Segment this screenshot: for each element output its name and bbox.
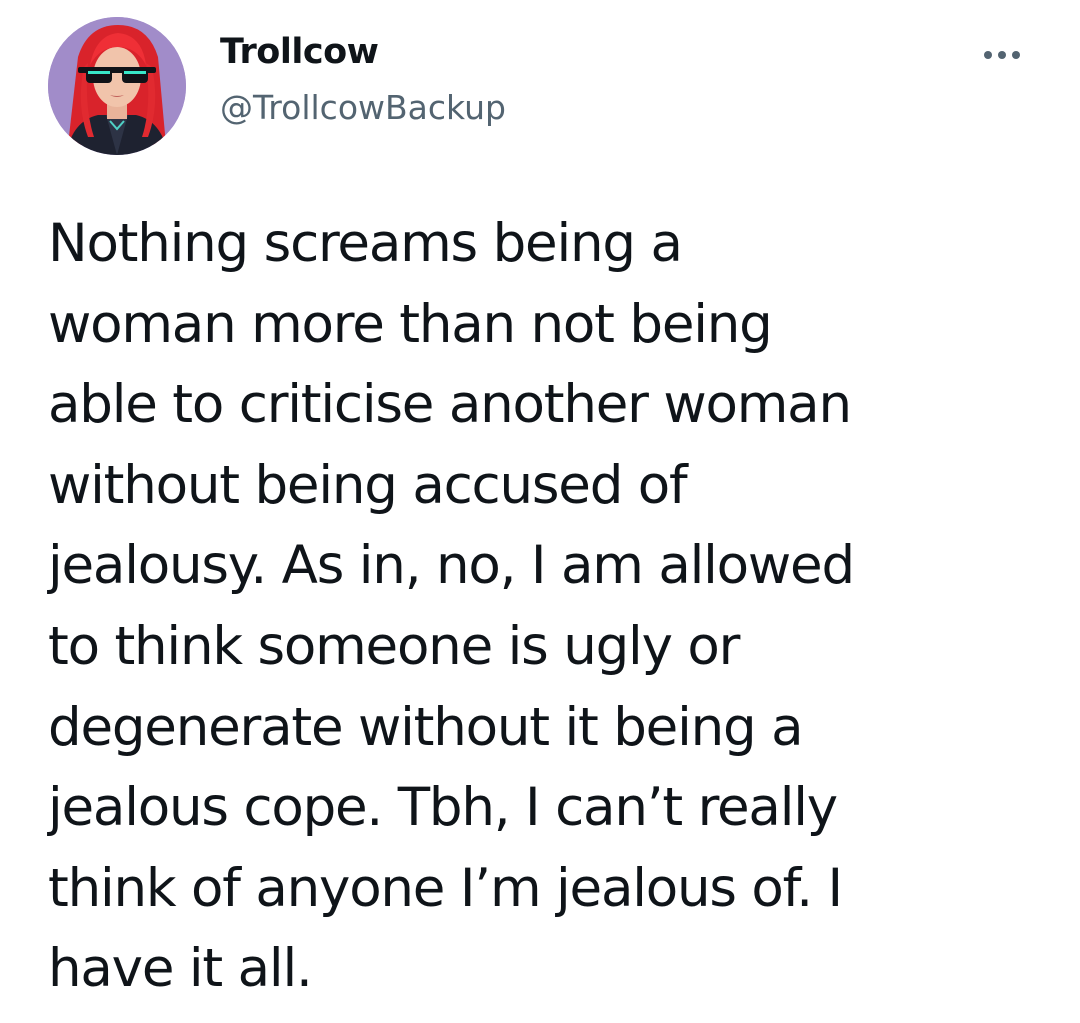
tweet-text-line: to think someone is ugly or [48, 615, 740, 677]
author-handle[interactable]: @TrollcowBackup [220, 88, 506, 127]
tweet-text-line: jealous cope. Tbh, I can’t really [48, 777, 838, 839]
tweet-text-line: think of anyone I’m jealous of. I [48, 857, 843, 919]
tweet-text: Nothing screams being a woman more than … [48, 204, 1048, 1010]
more-options-dot [998, 51, 1006, 59]
profile-avatar-icon[interactable] [48, 17, 186, 155]
tweet-card: Trollcow @TrollcowBackup Nothing screams… [0, 0, 1080, 1023]
more-options-dot [984, 51, 992, 59]
avatar-illustration [48, 17, 186, 155]
more-options-icon[interactable] [972, 40, 1032, 70]
tweet-text-line: Nothing screams being a [48, 213, 683, 274]
tweet-text-line: able to criticise another woman [48, 374, 852, 436]
tweet-text-line: without being accused of [48, 454, 688, 516]
author-display-name[interactable]: Trollcow [220, 32, 379, 72]
tweet-text-line: jealousy. As in, no, I am allowed [48, 535, 855, 597]
tweet-text-line: woman more than not being [48, 293, 773, 355]
more-options-dot [1012, 51, 1020, 59]
tweet-text-line: degenerate without it being a [48, 696, 804, 758]
tweet-text-line: have it all. [48, 938, 313, 1000]
